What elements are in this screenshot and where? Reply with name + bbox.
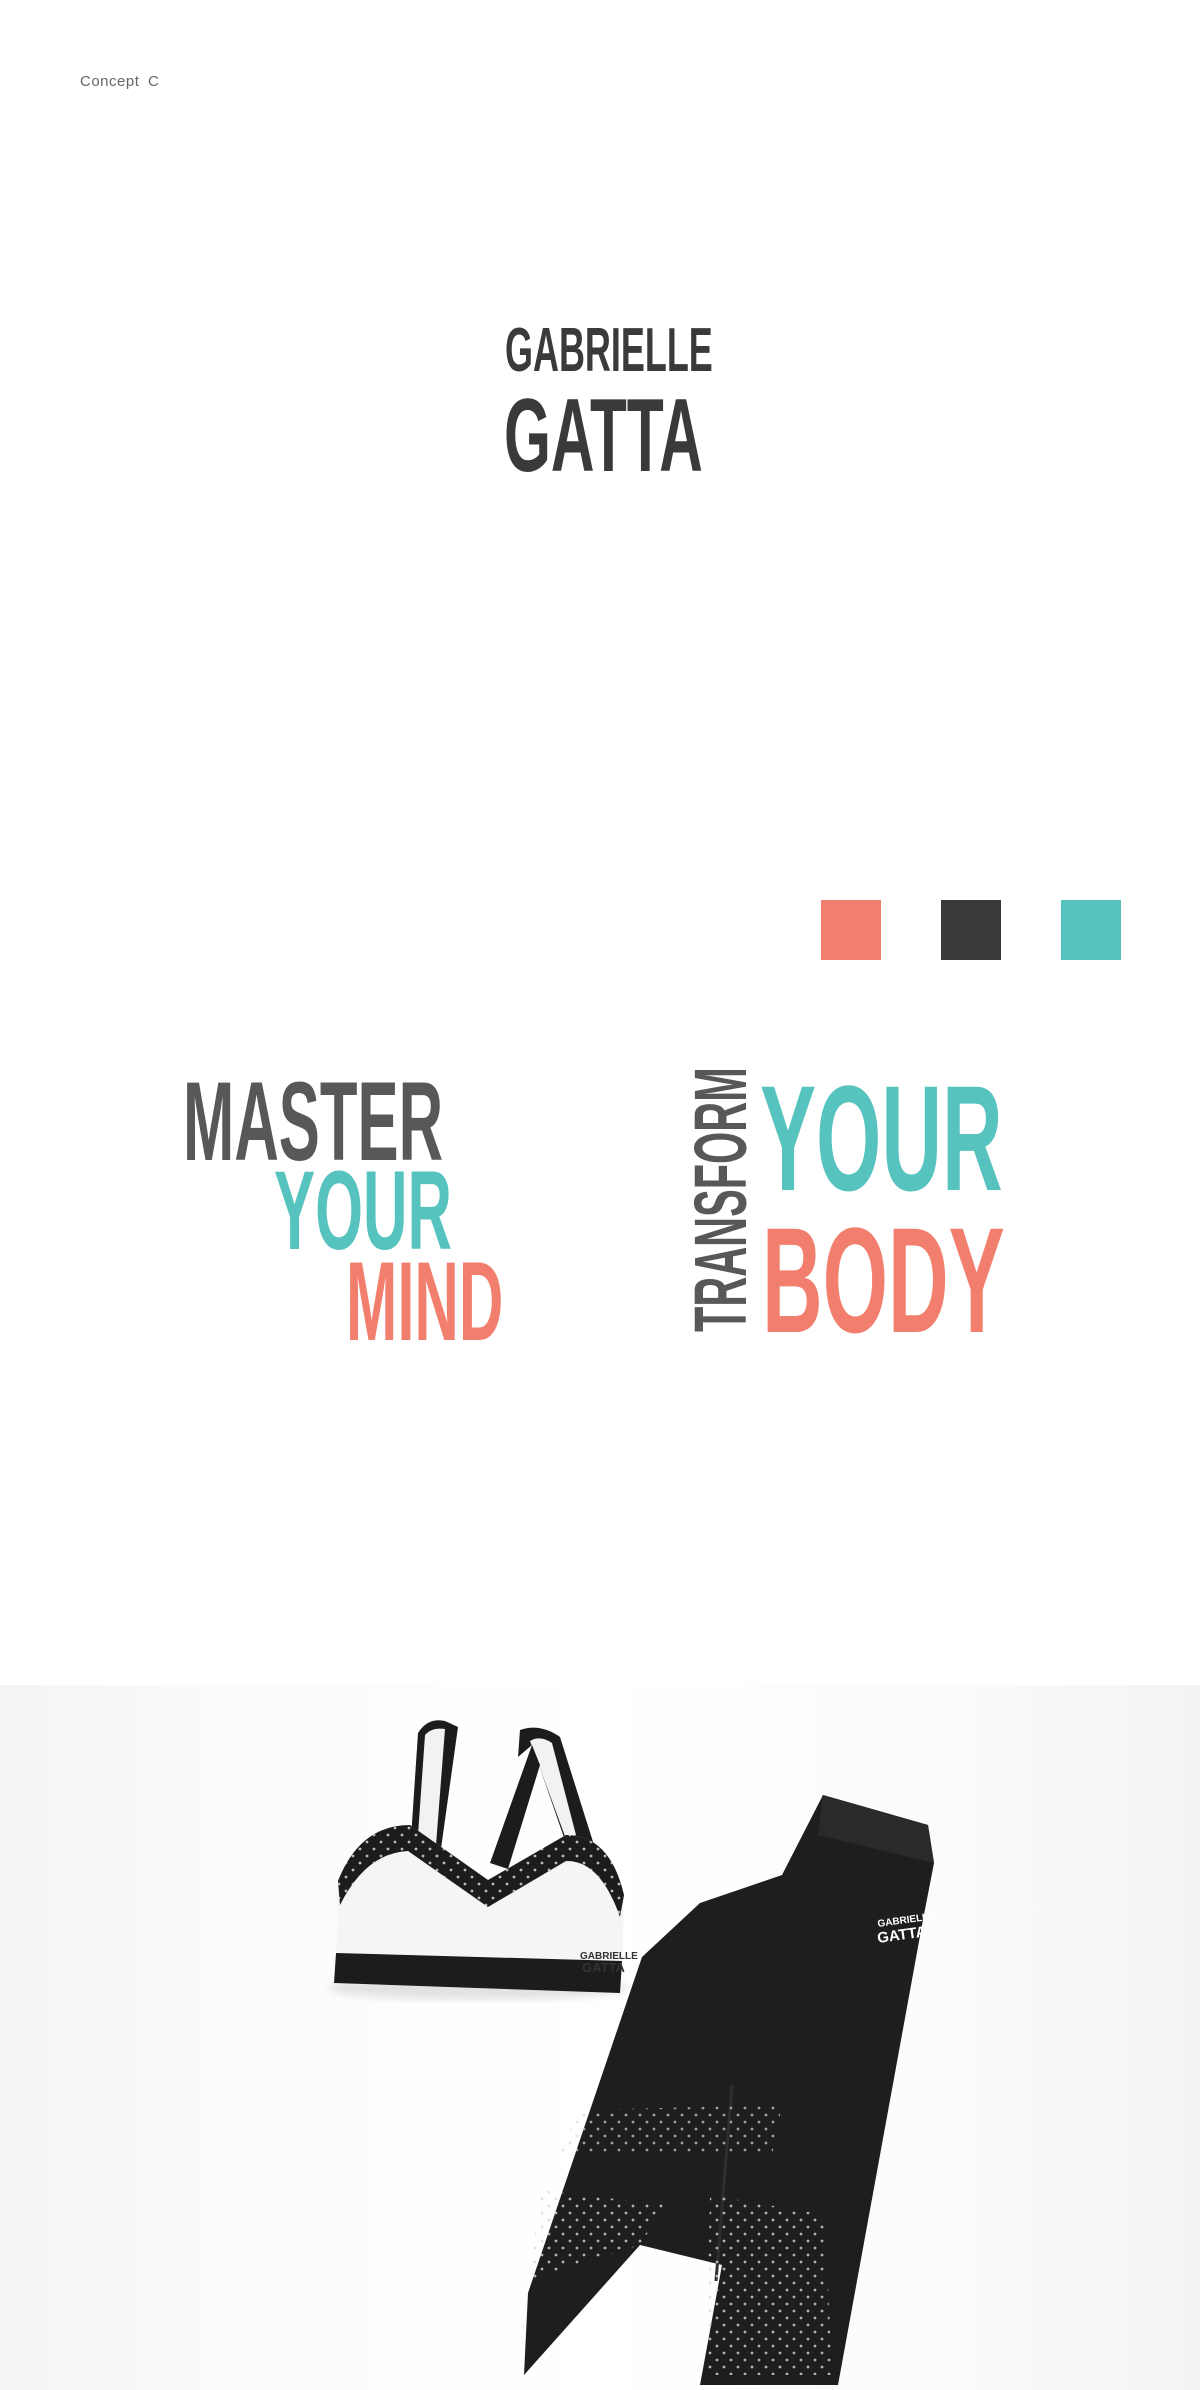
slogan-transform: TRANSFORM	[679, 1067, 762, 1332]
slogan-body: BODY	[762, 1196, 1005, 1364]
product-photo: GABRIELLE GATTA GABRIELLE GATTA	[0, 1685, 1200, 2390]
sports-bra: GABRIELLE GATTA	[328, 1720, 638, 2000]
swatch-coral	[821, 900, 881, 960]
product-illustration: GABRIELLE GATTA GABRIELLE GATTA	[328, 1720, 936, 2385]
logo-last-name: GATTA	[504, 378, 703, 494]
swatch-teal	[1061, 900, 1121, 960]
slogan-your-large: YOUR	[760, 1054, 1003, 1222]
slogan-mind: MIND	[346, 1239, 504, 1364]
concept-label: Concept C	[80, 73, 160, 90]
logo-first-name: GABRIELLE	[505, 316, 713, 385]
swatch-charcoal	[941, 900, 1001, 960]
slogan-transform-container: TRANSFORM	[679, 1067, 762, 1332]
bra-label-bottom: GATTA	[582, 1960, 625, 1975]
